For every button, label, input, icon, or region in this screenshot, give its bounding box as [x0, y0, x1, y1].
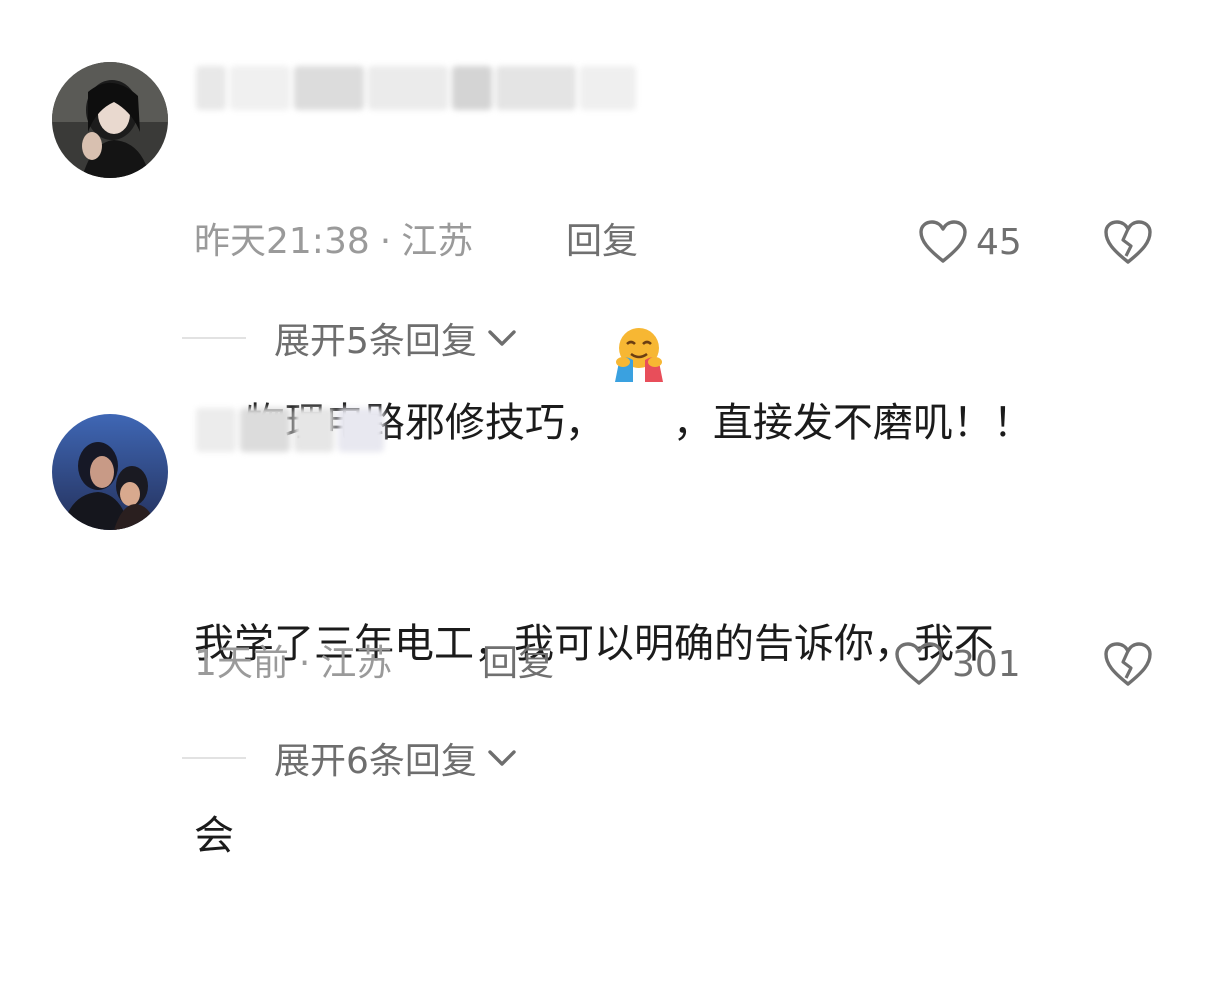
comment-item: 我学了三年电工，我可以明确的告诉你，我不 会 1天前 · 江苏 回复 301 展开6…	[0, 390, 1216, 859]
dislike-button[interactable]	[1102, 218, 1154, 266]
broken-heart-icon	[1104, 642, 1152, 686]
dislike-button[interactable]	[1102, 640, 1154, 688]
like-count: 301	[952, 643, 1021, 685]
heart-icon	[895, 642, 943, 685]
heart-icon	[919, 220, 967, 263]
comment-location: 江苏	[401, 221, 474, 262]
comment-meta: 1天前 · 江苏	[194, 640, 392, 688]
comment-item: 物理电路邪修技巧， ，直接发不磨叽！！ 昨天21:38 · 江苏 回复 45 展…	[0, 0, 1216, 446]
comment-time: 1天前	[194, 643, 289, 684]
username-blurred	[196, 408, 386, 452]
meta-separator: ·	[379, 221, 392, 262]
comment-time: 昨天21:38	[194, 221, 370, 262]
user-avatar[interactable]	[52, 414, 168, 530]
expand-replies-label: 展开6条回复	[274, 741, 477, 782]
reply-button[interactable]: 回复	[566, 218, 638, 266]
reply-button[interactable]: 回复	[482, 640, 554, 688]
comment-text-line: 会	[194, 813, 234, 859]
expand-divider-line	[182, 337, 246, 339]
like-button[interactable]: 301	[894, 640, 1021, 688]
chevron-down-icon	[488, 750, 516, 766]
expand-replies-button[interactable]: 展开6条回复	[182, 734, 517, 782]
avatar-image	[52, 414, 168, 530]
user-avatar[interactable]	[52, 62, 168, 178]
meta-separator: ·	[298, 643, 311, 684]
like-button[interactable]: 45	[918, 218, 1022, 266]
comment-location: 江苏	[320, 643, 393, 684]
like-count: 45	[976, 221, 1022, 263]
username-blurred	[196, 66, 636, 110]
comment-meta: 昨天21:38 · 江苏	[194, 218, 473, 266]
expand-replies-label: 展开5条回复	[274, 321, 477, 362]
avatar-image	[52, 62, 168, 178]
expand-divider-line	[182, 757, 246, 759]
broken-heart-icon	[1104, 220, 1152, 264]
chevron-down-icon	[488, 330, 516, 346]
expand-replies-button[interactable]: 展开5条回复	[182, 314, 517, 362]
